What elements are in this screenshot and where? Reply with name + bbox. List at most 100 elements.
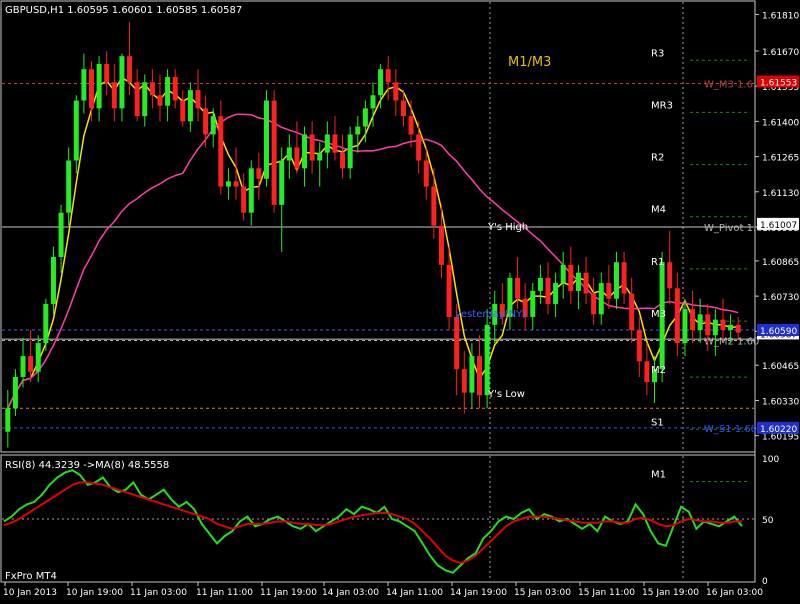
m1-m3-annotation: M1/M3 (508, 55, 551, 70)
candle-body (400, 100, 406, 117)
candle-body (705, 314, 711, 336)
time-axis-label: 10 Jan 19:00 (66, 588, 123, 598)
candle-body (81, 69, 87, 101)
candle-body (309, 134, 315, 161)
candle-body (537, 277, 543, 291)
price-axis-label: 1.61810 (762, 11, 799, 21)
time-axis-label: 11 Jan 03:00 (130, 588, 187, 598)
candle-body (119, 56, 125, 109)
candle-body (606, 283, 612, 299)
candle-body (28, 356, 34, 372)
candle-body (324, 134, 330, 153)
candle-body (545, 277, 551, 304)
rsi-axis-label: 100 (762, 455, 779, 465)
candle-body (515, 277, 521, 299)
candle-body (43, 303, 49, 344)
candle-body (720, 319, 726, 331)
chart-canvas[interactable]: W_M3 1.6 W_Pivot 1.6 W_M2 1.60 W_S1 1.60 R3… (0, 0, 800, 600)
rsi-header: RSI(8) 44.3239 ->MA(8) 48.5558 (5, 460, 169, 471)
candle-body (530, 290, 536, 317)
candle-body (553, 283, 559, 304)
pivot-label: M4 (651, 205, 666, 216)
price-axis-label: 1.60465 (762, 362, 799, 372)
candle-body (134, 82, 140, 117)
candle-body (613, 262, 619, 299)
candle-body (674, 288, 680, 344)
candle-body (88, 69, 94, 109)
candle-body (294, 147, 300, 169)
yesterday-low-label: Y's Low (487, 389, 525, 400)
candle-body (469, 356, 475, 393)
pivot-label: M3 (651, 309, 666, 320)
candle-body (210, 116, 216, 135)
pivot-label: M2 (651, 365, 666, 376)
price-box-label: 1.60220 (760, 425, 797, 435)
rsi-axis-label: 0 (762, 577, 768, 587)
candle-body (5, 408, 11, 432)
candle-body (431, 186, 437, 226)
candle-body (393, 82, 399, 101)
candle-body (73, 100, 79, 161)
time-axis-label: 10 Jan 2013 (3, 588, 57, 598)
candle-body (347, 134, 353, 169)
candle-body (20, 356, 26, 377)
candle-body (370, 95, 376, 109)
candle-body (712, 319, 718, 336)
candle-body (104, 63, 110, 83)
candle-body (35, 343, 41, 372)
price-axis-label: 1.61400 (762, 118, 799, 128)
time-axis-label: 15 Jan 19:00 (642, 588, 699, 598)
symbol-header: GBPUSD,H1 1.60595 1.60601 1.60585 1.6058… (5, 5, 242, 16)
candle-body (271, 100, 277, 205)
price-axis-label: 1.60730 (762, 293, 799, 303)
pivot-label: M1 (651, 469, 666, 480)
candle-body (12, 376, 18, 409)
candle-body (385, 69, 391, 83)
mt4-chart-window[interactable]: W_M3 1.6 W_Pivot 1.6 W_M2 1.60 W_S1 1.60 R3… (0, 0, 800, 600)
candle-body (58, 212, 64, 257)
time-axis-label: 15 Jan 03:00 (514, 588, 571, 598)
price-box-label: 1.60590 (760, 327, 797, 337)
level-line-label: W_M2 1.60 (704, 336, 759, 347)
candle-body (203, 108, 209, 135)
candle-body (165, 77, 171, 106)
price-boxes: 1.615531.610071.605871.605901.60220 (757, 75, 799, 435)
yesterday-ny-label: yesterday(NY) (455, 309, 526, 320)
price-axis-label: 1.60865 (762, 258, 799, 268)
candle-body (682, 309, 688, 344)
candle-body (241, 186, 247, 213)
candle-body (477, 356, 483, 396)
candle-body (317, 152, 323, 161)
candle-body (362, 108, 368, 127)
candle-body (575, 272, 581, 291)
yesterday-high-label: Y's High (487, 222, 528, 233)
candle-body (157, 95, 163, 106)
candle-body (195, 90, 201, 109)
time-axis-label: 15 Jan 11:00 (578, 588, 635, 598)
rsi-axis-label: 50 (762, 516, 774, 526)
candle-body (149, 82, 155, 96)
candle-body (416, 134, 422, 161)
candle-body (667, 262, 673, 289)
candle-body (332, 134, 338, 153)
candle-body (728, 324, 734, 331)
candle-body (256, 168, 262, 179)
time-axis-label: 11 Jan 19:00 (260, 588, 317, 598)
level-line-label: W_Pivot 1.6 (704, 223, 763, 234)
price-box-label: 1.61007 (760, 221, 797, 231)
candle-body (172, 77, 178, 101)
candle-body (180, 100, 186, 122)
candle-body (423, 160, 429, 187)
candle-body (690, 309, 696, 331)
candle-body (225, 181, 231, 187)
candle-body (636, 330, 642, 362)
candle-body (279, 160, 285, 205)
candle-body (735, 324, 741, 333)
level-line-label: W_S1 1.60 (704, 424, 757, 435)
candle-body (629, 293, 635, 331)
candle-body (697, 314, 703, 331)
price-axis-label: 1.61265 (762, 154, 799, 164)
candle-body (583, 272, 589, 294)
candle-body (263, 100, 269, 179)
candle-body (446, 264, 452, 317)
